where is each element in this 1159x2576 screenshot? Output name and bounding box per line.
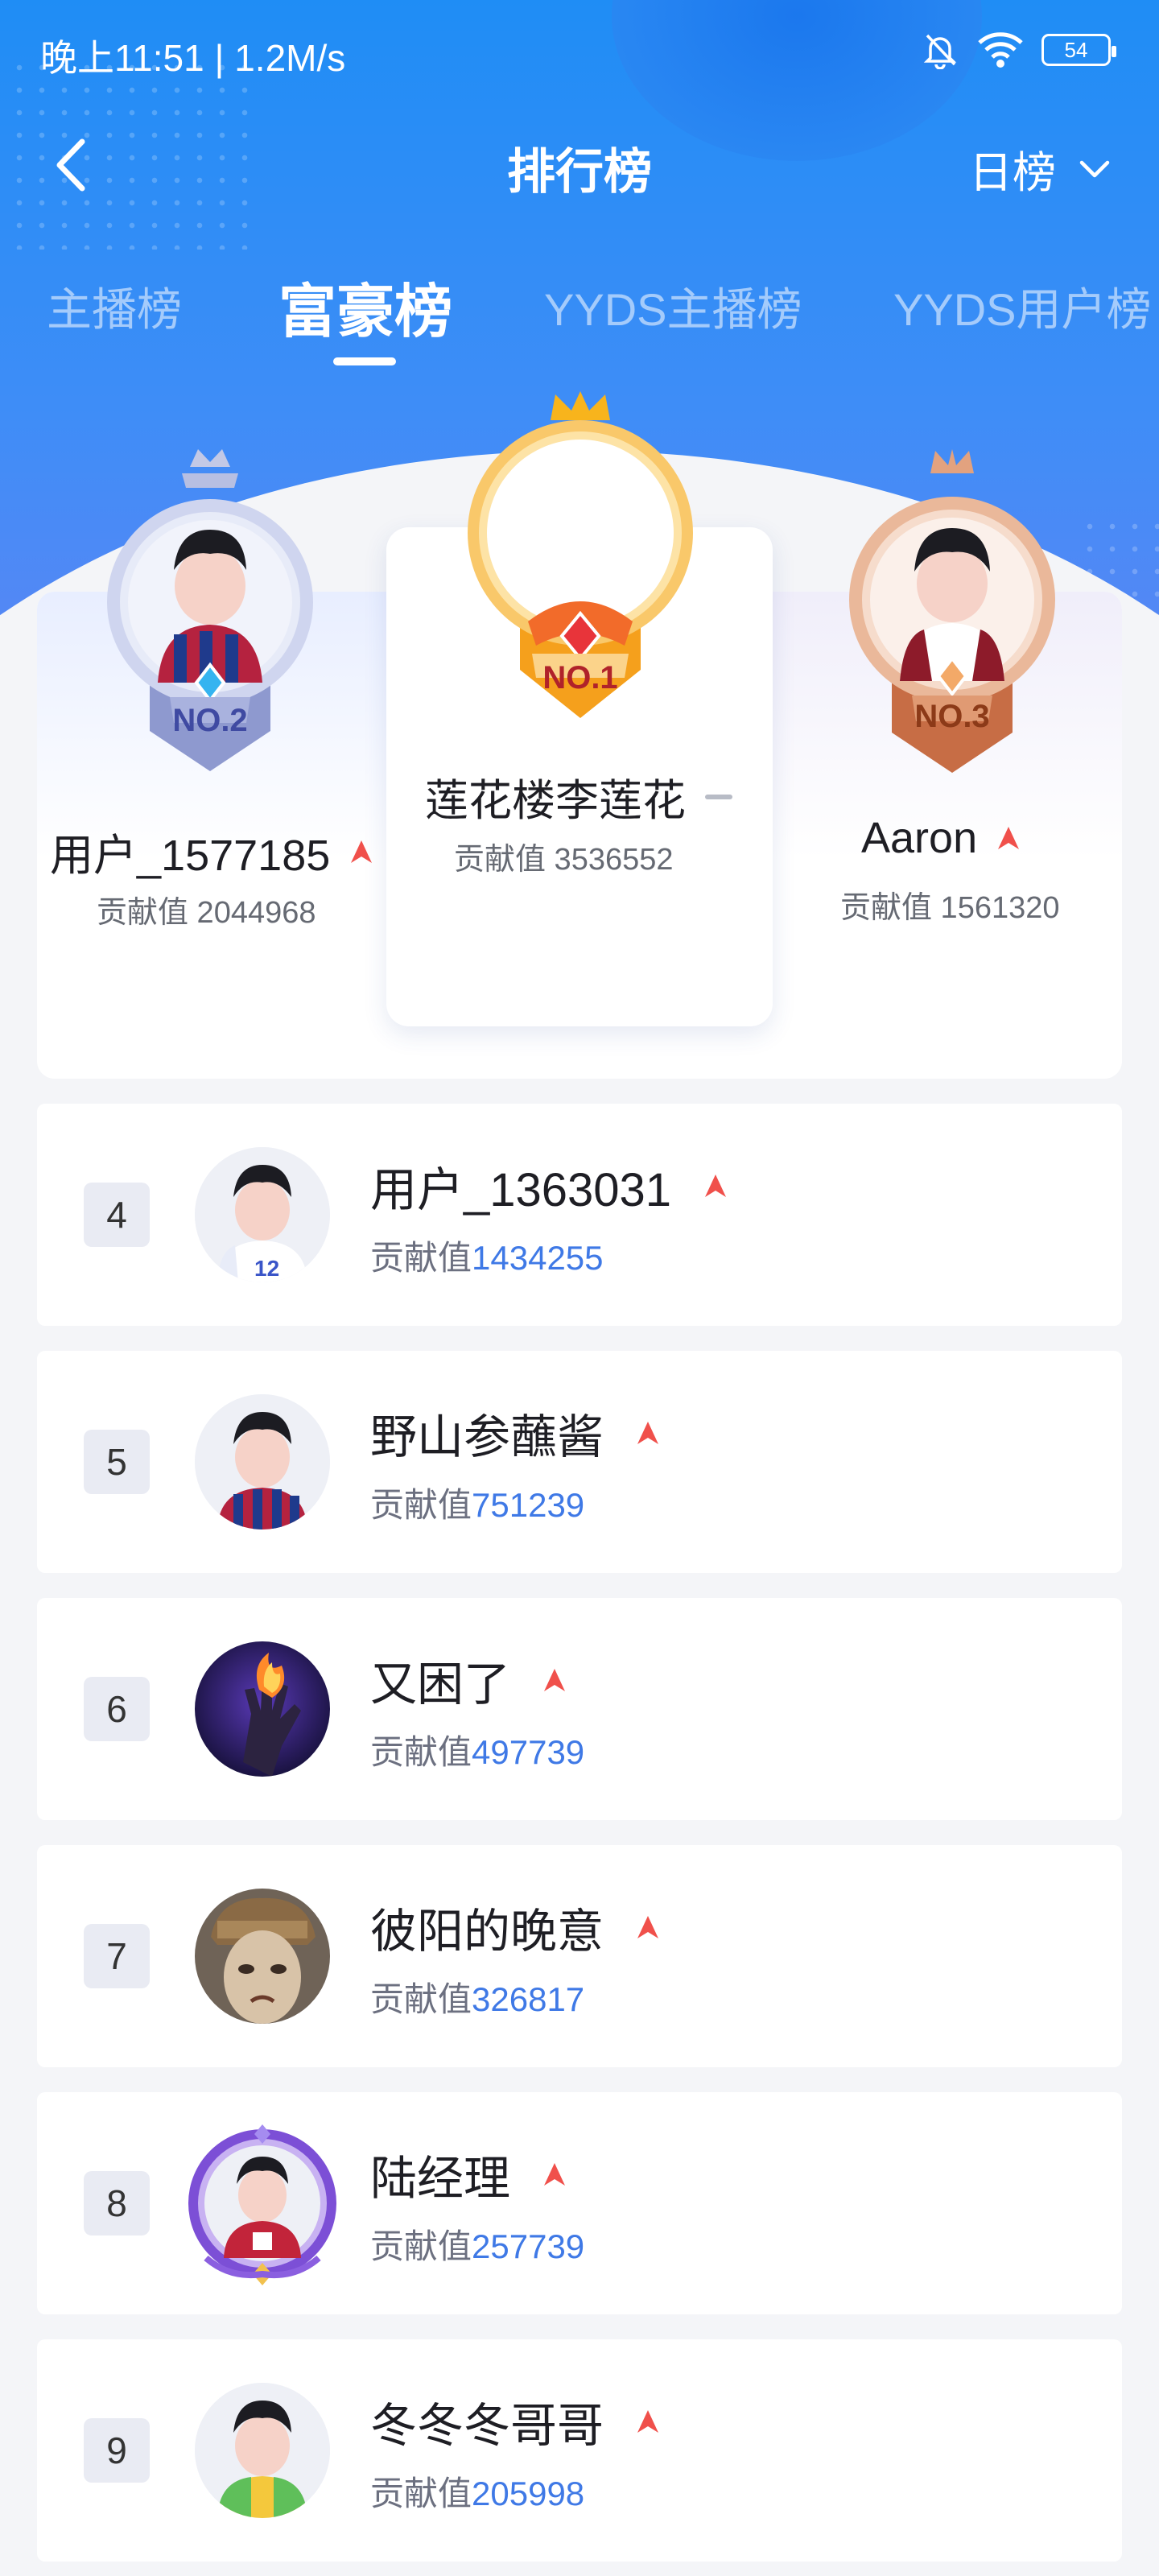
user-avatar[interactable]: 12 [195, 1147, 330, 1282]
podium-second-name: 用户_1577185 [50, 832, 331, 880]
contribution-label: 贡献值 [370, 2227, 472, 2265]
rank-number: 6 [84, 1677, 150, 1741]
contribution-score: 贡献值257739 [370, 2219, 584, 2268]
svg-text:12: 12 [254, 1256, 279, 1281]
user-name-row: 又困了 [370, 1646, 567, 1714]
user-name: 冬冬冬哥哥 [370, 2400, 604, 2452]
contribution-score: 贡献值497739 [370, 1725, 584, 1774]
user-avatar[interactable] [195, 1641, 330, 1777]
bronze-frame-icon [849, 449, 1055, 773]
user-name: 野山参蘸酱 [370, 1411, 604, 1463]
tab-yyds-user-ranking[interactable]: YYDS用户榜 [893, 274, 1152, 339]
rank-1-label: NO.1 [542, 660, 618, 696]
rank-number: 7 [84, 1924, 150, 1988]
contribution-score: 贡献值326817 [370, 1972, 584, 2021]
trend-up-icon [637, 2410, 659, 2433]
default-avatar-icon [195, 1394, 330, 1530]
trend-up-icon [705, 1174, 727, 1197]
ranking-page: 晚上11:51 | 1.2M/s 54 排行榜 日榜 主播榜 富豪榜 YYDS主… [0, 0, 1159, 2576]
user-name-row: 陆经理 [370, 2140, 567, 2208]
podium-third-score: 贡献值 1561320 [840, 891, 1060, 925]
podium-first-name: 莲花楼李莲花 [425, 777, 686, 825]
default-avatar-icon: 12 [195, 1147, 330, 1282]
podium-third-name: Aaron [861, 814, 978, 862]
user-name: 用户_1363031 [370, 1164, 672, 1216]
list-item[interactable]: 5 野山参蘸酱 贡献值751239 [37, 1351, 1122, 1573]
ranking-tabs: 主播榜 富豪榜 YYDS主播榜 YYDS用户榜 [0, 258, 1159, 370]
purple-frame-avatar-icon [188, 2124, 336, 2285]
trend-flat-icon [705, 794, 732, 799]
podium-third-name-row: Aaron [861, 813, 1021, 863]
contribution-value: 205998 [472, 2475, 585, 2512]
trend-up-icon [544, 2163, 566, 2186]
status-bar: 晚上11:51 | 1.2M/s 54 [0, 0, 1159, 105]
trend-up-icon [544, 1669, 566, 1691]
trend-up-icon [637, 1422, 659, 1444]
contribution-label: 贡献值 [370, 1486, 472, 1524]
contribution-value: 497739 [472, 1733, 585, 1771]
chevron-down-icon [1079, 160, 1110, 177]
podium-second-name-row: 用户_1577185 [50, 819, 373, 883]
user-avatar[interactable] [195, 2383, 330, 2518]
fire-hand-avatar-icon [195, 1641, 330, 1777]
user-name: 又困了 [370, 1658, 511, 1711]
top-nav: 排行榜 日榜 [0, 121, 1159, 209]
rank-2-label: NO.2 [172, 703, 248, 738]
user-name-row: 彼阳的晚意 [370, 1893, 660, 1961]
list-item[interactable]: 8 陆经理 贡献值257739 [37, 2092, 1122, 2314]
rank-3-label: NO.3 [914, 699, 990, 734]
list-item[interactable]: 6 又困了 贡献值497739 [37, 1598, 1122, 1820]
contribution-label: 贡献值 [370, 1733, 472, 1771]
trend-up-icon [998, 827, 1020, 849]
podium-second-score: 贡献值 2044968 [97, 896, 316, 930]
statue-face-avatar-icon [195, 1889, 330, 2024]
period-dropdown[interactable]: 日榜 [969, 137, 1111, 200]
contribution-score: 贡献值751239 [370, 1478, 584, 1527]
contribution-label: 贡献值 [370, 1239, 472, 1277]
tab-rich-ranking[interactable]: 富豪榜 [278, 264, 452, 349]
list-item[interactable]: 4 12 用户_1363031 贡献值1434255 [37, 1104, 1122, 1326]
rank-3-badge[interactable]: NO.3 [843, 443, 1061, 789]
user-avatar[interactable] [182, 2121, 343, 2285]
wifi-icon [978, 32, 1023, 68]
rank-number: 9 [84, 2418, 150, 2483]
contribution-label: 贡献值 [370, 1980, 472, 2018]
mute-bell-icon [923, 34, 957, 69]
default-avatar-icon [195, 2383, 330, 2518]
user-name: 陆经理 [370, 2153, 511, 2205]
contribution-score: 贡献值205998 [370, 2467, 584, 2516]
contribution-value: 1434255 [472, 1239, 604, 1277]
rank-number: 4 [84, 1183, 150, 1247]
podium-first-score: 贡献值 3536552 [454, 843, 674, 877]
contribution-value: 326817 [472, 1980, 585, 2018]
tab-anchor-ranking[interactable]: 主播榜 [47, 274, 182, 339]
user-name: 彼阳的晚意 [370, 1905, 604, 1958]
rank-2-badge[interactable]: NO.2 [101, 441, 319, 787]
user-name-row: 用户_1363031 [370, 1152, 728, 1220]
battery-level: 54 [1064, 37, 1088, 62]
list-item[interactable]: 7 彼阳的晚意 贡献值326817 [37, 1845, 1122, 2067]
list-item[interactable]: 9 冬冬冬哥哥 贡献值205998 [37, 2339, 1122, 2562]
tab-yyds-anchor-ranking[interactable]: YYDS主播榜 [544, 274, 802, 339]
rank-1-badge[interactable]: NO.1 [464, 380, 697, 734]
user-name-row: 冬冬冬哥哥 [370, 2388, 660, 2455]
active-tab-indicator [333, 357, 396, 365]
contribution-value: 257739 [472, 2227, 585, 2265]
status-time: 晚上11:51 | 1.2M/s [40, 37, 346, 79]
user-name-row: 野山参蘸酱 [370, 1399, 660, 1467]
contribution-value: 751239 [472, 1486, 585, 1524]
contribution-label: 贡献值 [370, 2475, 472, 2512]
period-label: 日榜 [969, 149, 1056, 197]
podium-first-name-row: 莲花楼李莲花 [425, 765, 732, 828]
rank-number: 5 [84, 1430, 150, 1494]
trend-up-icon [637, 1916, 659, 1938]
battery-icon: 54 [1041, 34, 1116, 66]
status-icons: 54 [921, 31, 1116, 69]
rank-number: 8 [84, 2171, 150, 2235]
contribution-score: 贡献值1434255 [370, 1231, 604, 1280]
trend-up-icon [351, 840, 373, 863]
user-avatar[interactable] [195, 1394, 330, 1530]
user-avatar[interactable] [195, 1889, 330, 2024]
